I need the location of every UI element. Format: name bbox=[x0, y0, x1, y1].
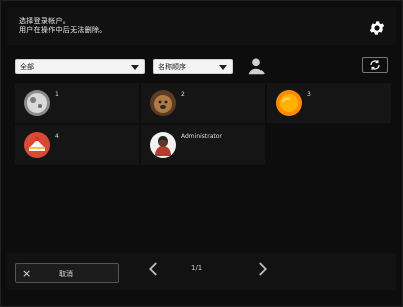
avatar-dog-icon bbox=[150, 90, 176, 116]
cancel-button[interactable]: × 取消 bbox=[15, 263, 119, 283]
close-icon: × bbox=[22, 267, 32, 280]
refresh-button[interactable] bbox=[362, 57, 388, 73]
account-label: 2 bbox=[181, 91, 185, 98]
avatar-person-icon bbox=[150, 132, 176, 158]
user-icon[interactable] bbox=[245, 55, 267, 77]
chevron-down-icon bbox=[131, 65, 139, 70]
account-grid: 1 2 3 4 Administrator bbox=[15, 83, 391, 167]
chevron-left-icon[interactable] bbox=[145, 260, 163, 278]
avatar-orange-icon bbox=[276, 90, 302, 116]
sort-select-value: 名称顺序 bbox=[158, 63, 186, 71]
instruction-text: 选择登录帐户。 用户在操作中后无法删除。 bbox=[19, 17, 107, 35]
account-label: 1 bbox=[55, 91, 59, 98]
refresh-icon bbox=[370, 60, 380, 70]
account-label: 4 bbox=[55, 133, 59, 140]
pagination-indicator: 1/1 bbox=[191, 264, 203, 272]
avatar-cake-icon bbox=[24, 132, 50, 158]
header-bar: 选择登录帐户。 用户在操作中后无法删除。 bbox=[7, 7, 396, 45]
app-window: 选择登录帐户。 用户在操作中后无法删除。 全部 名称顺序 1 2 3 4 Adm… bbox=[0, 0, 403, 307]
account-label: Administrator bbox=[181, 133, 222, 140]
filter-select-value: 全部 bbox=[20, 63, 34, 71]
instruction-line-1: 选择登录帐户。 bbox=[19, 17, 71, 25]
account-tile[interactable]: 4 bbox=[15, 125, 139, 165]
filter-controls: 全部 名称顺序 bbox=[15, 57, 388, 77]
account-tile[interactable]: 1 bbox=[15, 83, 139, 123]
avatar-moon-icon bbox=[24, 90, 50, 116]
chevron-down-icon bbox=[219, 65, 227, 70]
account-tile[interactable]: 2 bbox=[141, 83, 265, 123]
gear-icon[interactable] bbox=[368, 19, 386, 37]
instruction-line-2: 用户在操作中后无法删除。 bbox=[19, 26, 107, 34]
account-label: 3 bbox=[307, 91, 311, 98]
cancel-label: 取消 bbox=[59, 270, 73, 278]
filter-select[interactable]: 全部 bbox=[15, 59, 145, 74]
account-tile[interactable]: 3 bbox=[267, 83, 391, 123]
chevron-right-icon[interactable] bbox=[253, 260, 271, 278]
sort-select[interactable]: 名称顺序 bbox=[153, 59, 233, 74]
account-tile[interactable]: Administrator bbox=[141, 125, 265, 165]
